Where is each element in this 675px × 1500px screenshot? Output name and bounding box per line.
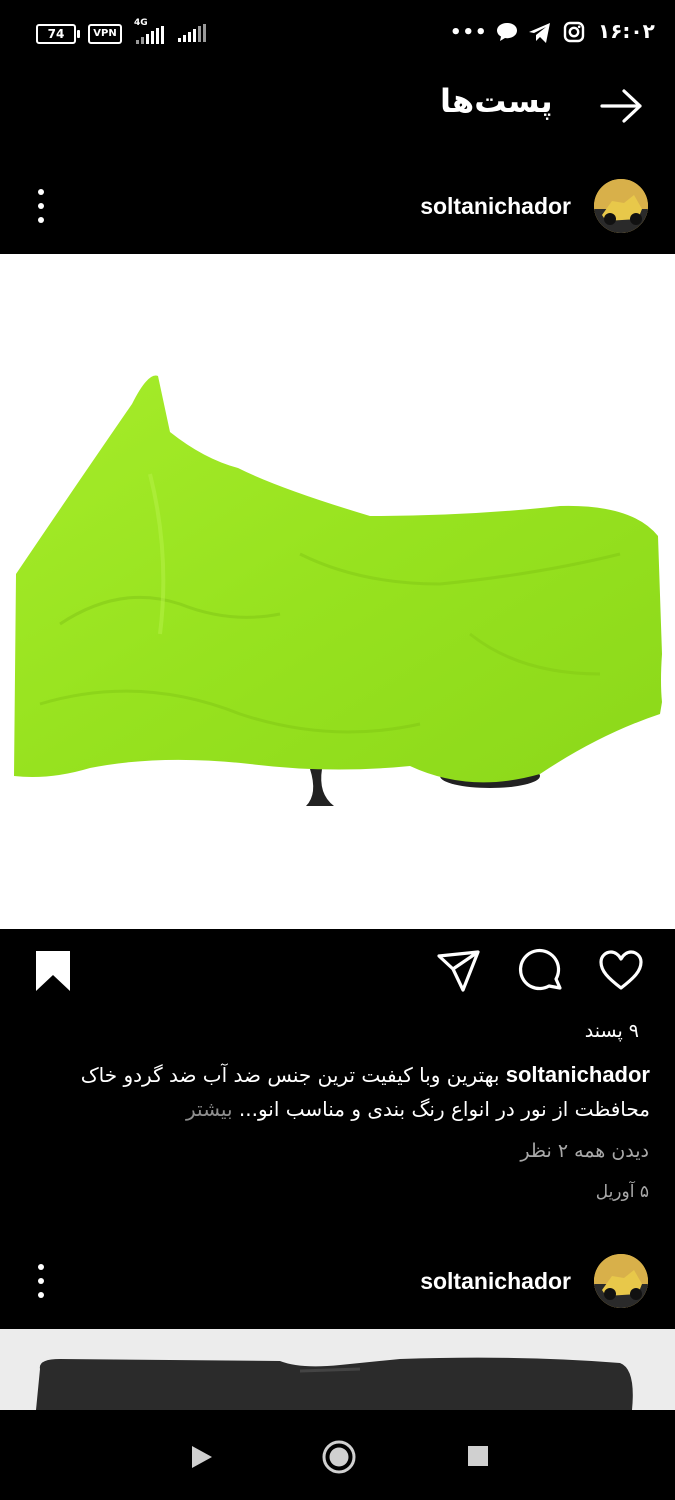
bookmark-icon[interactable] [30, 948, 76, 994]
more-link[interactable]: بیشتر [186, 1097, 233, 1121]
heart-icon[interactable] [598, 948, 644, 994]
avatar[interactable] [594, 1254, 648, 1308]
chat-bubble-icon [497, 23, 517, 41]
battery-icon: 74 [36, 24, 80, 44]
system-nav-bar [0, 1410, 675, 1500]
caption-username[interactable]: soltanichador [506, 1062, 650, 1087]
post-caption: soltanichador بهترین وبا کیفیت ترین جنس … [40, 1058, 650, 1126]
motorcycle-cover-image [14, 375, 662, 806]
nav-home-icon[interactable] [321, 1439, 357, 1475]
arrow-right-icon[interactable] [600, 88, 644, 124]
nav-back-icon[interactable] [190, 1444, 214, 1470]
nav-recents-icon[interactable] [467, 1445, 489, 1467]
avatar[interactable] [594, 179, 648, 233]
telegram-icon [529, 23, 550, 43]
post-image[interactable] [0, 254, 675, 929]
status-bar: 74 VPN 4G ••• ۱۶:۰۲ [0, 0, 675, 64]
post-image[interactable] [0, 1329, 675, 1410]
post-username[interactable]: soltanichador [420, 1268, 571, 1295]
comment-icon[interactable] [518, 948, 564, 994]
share-icon[interactable] [436, 948, 482, 994]
view-all-comments-link[interactable]: دیدن همه ۲ نظر [520, 1140, 649, 1162]
instagram-icon [563, 21, 585, 43]
page-title: پست‌ها [440, 82, 553, 120]
post-options-icon[interactable] [36, 189, 46, 223]
clock: ۱۶:۰۲ [598, 19, 655, 43]
likes-count[interactable]: ۹ پسند [585, 1020, 639, 1042]
signal-4g-icon: 4G [134, 18, 164, 44]
post-date: ۵ آوریل [595, 1182, 649, 1202]
overflow-indicator: ••• [450, 22, 488, 43]
black-cover-image [0, 1329, 675, 1410]
post-options-icon[interactable] [36, 1264, 46, 1298]
vpn-icon: VPN [88, 24, 122, 44]
signal-icon [178, 24, 206, 42]
post-username[interactable]: soltanichador [420, 193, 571, 220]
